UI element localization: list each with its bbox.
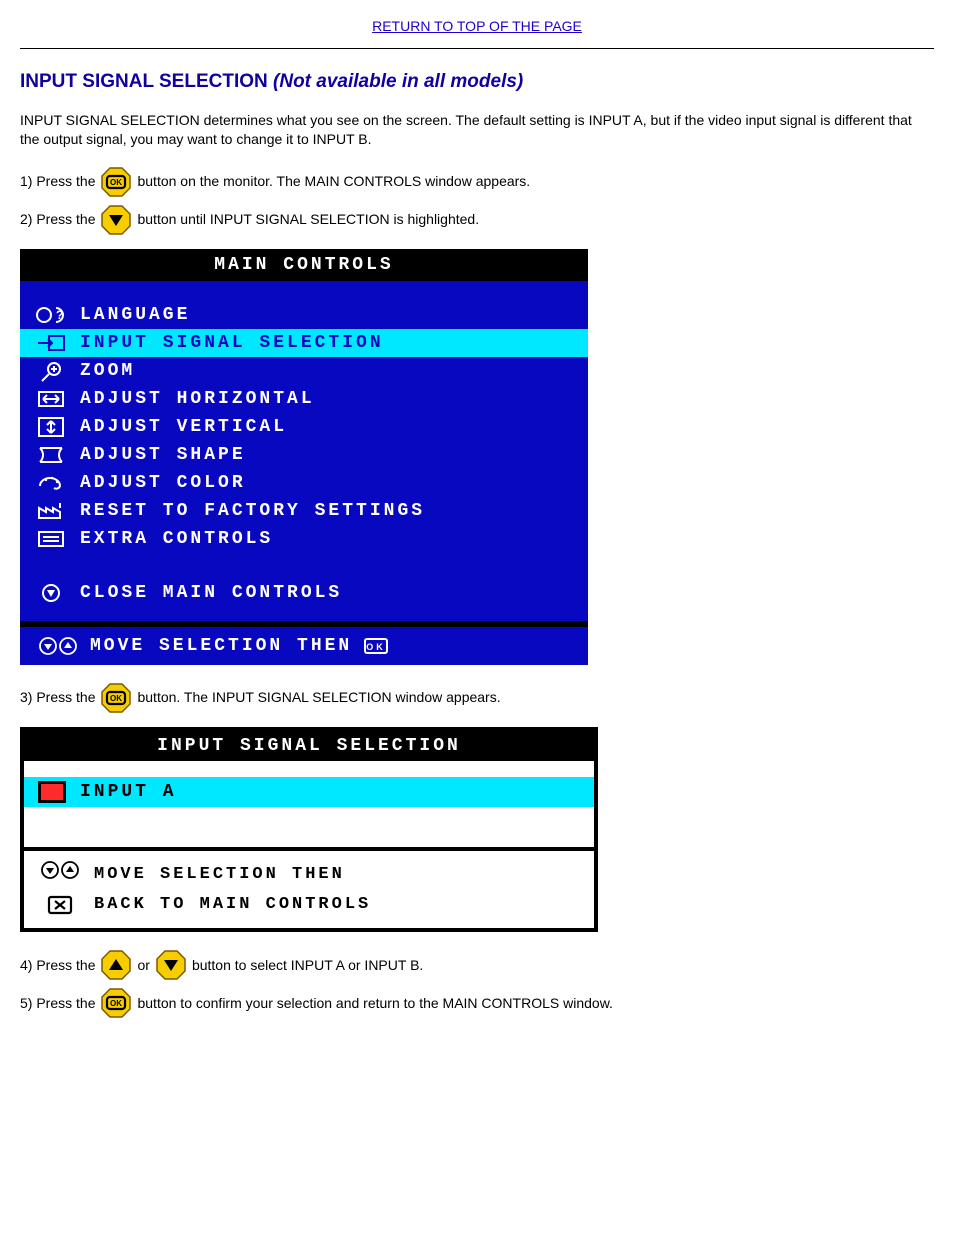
color-icon xyxy=(28,472,68,494)
step-2-text-b: button until INPUT SIGNAL SELECTION is h… xyxy=(137,210,479,229)
step-1-text-a: 1) Press the xyxy=(20,172,95,191)
osd-item-adjust-horizontal[interactable]: ADJUST HORIZONTAL xyxy=(20,385,588,413)
updown-icon xyxy=(30,635,80,657)
section-title-text: INPUT SIGNAL SELECTION xyxy=(20,71,273,92)
ok-button-icon xyxy=(101,988,131,1018)
osd-input-option-label: INPUT A xyxy=(80,782,177,802)
step-5-text-a: 5) Press the xyxy=(20,994,95,1013)
osd-main-body: LANGUAGE INPUT SIGNAL SELECTION ZOOM ADJ… xyxy=(20,281,588,621)
osd-item-language[interactable]: LANGUAGE xyxy=(20,301,588,329)
osd-input-title: INPUT SIGNAL SELECTION xyxy=(24,731,594,761)
step-4-text-mid: or xyxy=(137,956,149,975)
down-button-icon xyxy=(156,950,186,980)
osd-item-adjust-shape[interactable]: ADJUST SHAPE xyxy=(20,441,588,469)
step-1: 1) Press the button on the monitor. The … xyxy=(20,167,934,197)
return-to-top-anchor[interactable]: RETURN TO TOP OF THE PAGE xyxy=(372,18,582,34)
osd-item-label: ADJUST COLOR xyxy=(80,473,246,493)
zoom-icon xyxy=(28,360,68,382)
osd-item-label: ADJUST VERTICAL xyxy=(80,417,287,437)
section-intro: INPUT SIGNAL SELECTION determines what y… xyxy=(20,111,934,149)
osd-item-label: LANGUAGE xyxy=(80,305,190,325)
osd-close-label: CLOSE MAIN CONTROLS xyxy=(80,583,342,603)
osd-input-footer-line2: BACK TO MAIN CONTROLS xyxy=(94,891,371,918)
osd-item-extra-controls[interactable]: EXTRA CONTROLS xyxy=(20,525,588,553)
factory-icon xyxy=(28,500,68,522)
osd-item-input-signal[interactable]: INPUT SIGNAL SELECTION xyxy=(20,329,588,357)
step-3-text-b: button. The INPUT SIGNAL SELECTION windo… xyxy=(137,688,500,707)
osd-item-zoom[interactable]: ZOOM xyxy=(20,357,588,385)
input-indicator-icon xyxy=(38,781,66,803)
ok-button-icon xyxy=(101,167,131,197)
osd-item-adjust-color[interactable]: ADJUST COLOR xyxy=(20,469,588,497)
osd-main-title: MAIN CONTROLS xyxy=(20,249,588,281)
close-icon xyxy=(28,582,68,604)
section-title: INPUT SIGNAL SELECTION (Not available in… xyxy=(20,71,934,93)
step-3: 3) Press the button. The INPUT SIGNAL SE… xyxy=(20,683,934,713)
step-2: 2) Press the button until INPUT SIGNAL S… xyxy=(20,205,934,235)
step-4-text-a: 4) Press the xyxy=(20,956,95,975)
return-to-top-link[interactable]: RETURN TO TOP OF THE PAGE xyxy=(20,18,934,34)
ok-button-icon xyxy=(101,683,131,713)
osd-close-main-controls[interactable]: CLOSE MAIN CONTROLS xyxy=(20,579,588,607)
horiz-icon xyxy=(28,388,68,410)
osd-main-footer: MOVE SELECTION THEN xyxy=(20,621,588,665)
okbox-icon xyxy=(362,635,390,657)
step-2-text-a: 2) Press the xyxy=(20,210,95,229)
step-5-text-b: button to confirm your selection and ret… xyxy=(137,994,612,1013)
osd-item-adjust-vertical[interactable]: ADJUST VERTICAL xyxy=(20,413,588,441)
osd-item-label: INPUT SIGNAL SELECTION xyxy=(80,333,384,353)
divider xyxy=(20,48,934,49)
osd-item-label: ZOOM xyxy=(80,361,135,381)
down-button-icon xyxy=(101,205,131,235)
osd-main-controls: MAIN CONTROLS LANGUAGE INPUT SIGNAL SELE… xyxy=(20,249,588,665)
input-icon xyxy=(28,332,68,354)
osd-item-label: ADJUST SHAPE xyxy=(80,445,246,465)
osd-input-footer: MOVE SELECTION THEN BACK TO MAIN CONTROL… xyxy=(24,847,594,928)
osd-item-label: EXTRA CONTROLS xyxy=(80,529,273,549)
language-icon xyxy=(28,304,68,326)
xbox-icon xyxy=(38,894,82,916)
step-1-text-b: button on the monitor. The MAIN CONTROLS… xyxy=(137,172,530,191)
osd-footer-label: MOVE SELECTION THEN xyxy=(90,636,352,656)
osd-item-reset-factory[interactable]: RESET TO FACTORY SETTINGS xyxy=(20,497,588,525)
updown-icon xyxy=(38,859,82,891)
osd-item-label: ADJUST HORIZONTAL xyxy=(80,389,315,409)
osd-item-label: RESET TO FACTORY SETTINGS xyxy=(80,501,425,521)
step-4-text-b: button to select INPUT A or INPUT B. xyxy=(192,956,423,975)
osd-input-signal: INPUT SIGNAL SELECTION INPUT A MOVE SELE… xyxy=(20,727,598,932)
shape-icon xyxy=(28,444,68,466)
step-3-text-a: 3) Press the xyxy=(20,688,95,707)
extra-icon xyxy=(28,528,68,550)
osd-input-option-a[interactable]: INPUT A xyxy=(24,777,594,807)
up-button-icon xyxy=(101,950,131,980)
step-5: 5) Press the button to confirm your sele… xyxy=(20,988,934,1018)
section-title-note: (Not available in all models) xyxy=(273,71,523,92)
step-4: 4) Press the or button to select INPUT A… xyxy=(20,950,934,980)
vert-icon xyxy=(28,416,68,438)
osd-input-footer-line1: MOVE SELECTION THEN xyxy=(94,861,345,888)
